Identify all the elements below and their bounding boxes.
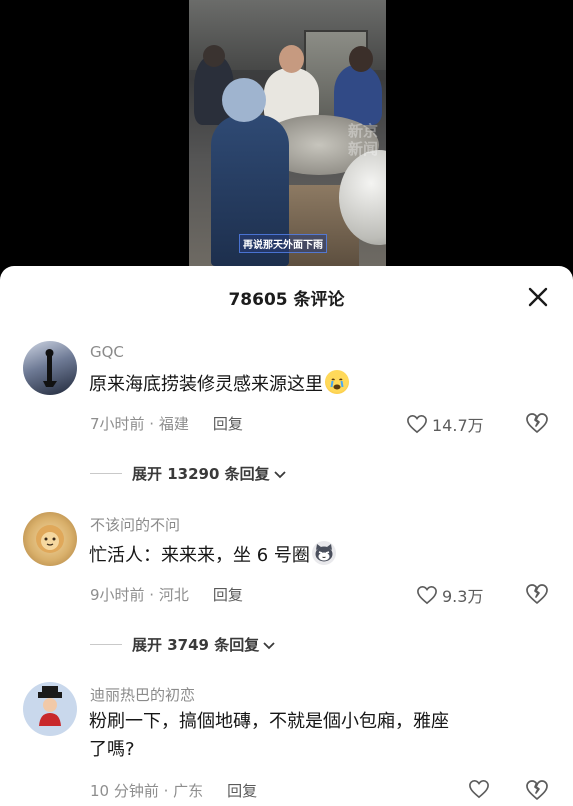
close-button[interactable] <box>524 283 552 311</box>
chevron-down-icon <box>263 641 275 649</box>
like-button[interactable]: 9.3万 <box>416 583 483 607</box>
comment-username[interactable]: 不该问的不问 <box>90 514 180 535</box>
broken-heart-icon <box>526 780 548 800</box>
comment-time-location: 9小时前 · 河北 <box>90 586 189 604</box>
comment-meta: 7小时前 · 福建 回复 <box>90 413 243 434</box>
like-button[interactable] <box>468 779 494 799</box>
comment-text-line: 粉刷一下，搞個地磚，不就是個小包廂，雅座 <box>89 711 449 732</box>
comment-username[interactable]: 迪丽热巴的初恋 <box>90 684 195 705</box>
like-count: 9.3万 <box>442 587 484 606</box>
close-icon <box>528 287 548 307</box>
video-watermark: 新京 新闻 <box>347 122 378 158</box>
avatar-figure-icon <box>43 349 57 387</box>
reply-button[interactable]: 回复 <box>213 415 243 433</box>
like-count: 14.7万 <box>432 416 484 435</box>
video-frame[interactable]: 新京 新闻 再说那天外面下雨 <box>189 0 386 266</box>
heart-icon <box>469 779 489 799</box>
expand-divider <box>90 644 122 645</box>
comment-sheet: 78605 条评论 GQC 原来海底捞装修灵感来源这里 7小时前 · 福建 回复… <box>0 266 573 800</box>
reply-button[interactable]: 回复 <box>227 782 257 800</box>
avatar[interactable] <box>23 341 77 395</box>
expand-replies-button[interactable]: 展开 13290 条回复 <box>90 463 288 484</box>
avatar[interactable] <box>23 682 77 736</box>
comment-count-title: 78605 条评论 <box>228 290 345 310</box>
video-person-head <box>349 46 373 72</box>
video-player[interactable]: 新京 新闻 再说那天外面下雨 <box>0 0 573 290</box>
dislike-button[interactable] <box>525 582 549 606</box>
chevron-down-icon <box>274 470 286 478</box>
cat-face-emoji <box>311 541 336 565</box>
comment-text-content: 原来海底捞装修灵感来源这里 <box>89 374 323 395</box>
dislike-button[interactable] <box>525 411 549 435</box>
avatar[interactable] <box>23 512 77 566</box>
comment-time-location: 7小时前 · 福建 <box>90 415 189 433</box>
expand-replies-label: 展开 3749 条回复 <box>132 636 260 654</box>
comment-text-content: 忙活人：来来来，坐 6 号圈 <box>89 545 310 566</box>
broken-heart-icon <box>526 413 548 433</box>
like-button[interactable]: 14.7万 <box>406 412 484 436</box>
reply-button[interactable]: 回复 <box>213 586 243 604</box>
video-cook-head <box>222 78 266 122</box>
heart-icon <box>407 414 427 434</box>
comment-text: 忙活人：来来来，坐 6 号圈 <box>89 541 336 570</box>
broken-heart-icon <box>526 584 548 604</box>
expand-replies-button[interactable]: 展开 3749 条回复 <box>90 634 277 655</box>
avatar-lion-icon <box>36 525 64 553</box>
crying-face-emoji <box>325 370 349 394</box>
video-person-head <box>203 45 225 67</box>
comment-username[interactable]: GQC <box>90 343 124 361</box>
dislike-button[interactable] <box>525 778 549 802</box>
video-subtitle: 再说那天外面下雨 <box>239 234 327 253</box>
expand-replies-label: 展开 13290 条回复 <box>132 465 270 483</box>
avatar-character-icon <box>38 686 62 726</box>
expand-divider <box>90 473 122 474</box>
heart-icon <box>417 585 437 605</box>
comment-text: 粉刷一下，搞個地磚，不就是個小包廂，雅座 了嗎? <box>89 708 449 764</box>
comment-meta: 10 分钟前 · 广东 回复 <box>90 780 257 801</box>
comment-text: 原来海底捞装修灵感来源这里 <box>89 370 349 399</box>
comment-time-location: 10 分钟前 · 广东 <box>90 782 204 800</box>
comment-text-line: 了嗎? <box>89 739 135 760</box>
video-person <box>334 65 382 125</box>
comment-meta: 9小时前 · 河北 回复 <box>90 584 243 605</box>
video-person-head <box>279 45 304 73</box>
